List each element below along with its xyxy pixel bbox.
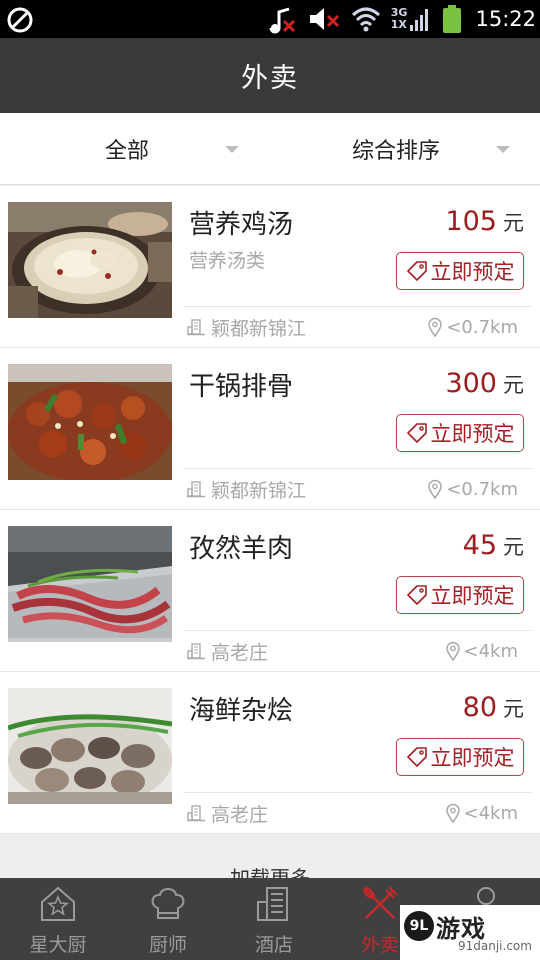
tag-icon: [406, 423, 427, 443]
wifi-icon: [351, 0, 381, 38]
dish-photo: [8, 526, 172, 642]
divider: [183, 306, 532, 307]
location-name: 颖都新锦江: [211, 479, 307, 502]
price-unit: 元: [503, 535, 524, 559]
dish-category: 营养汤类: [189, 250, 266, 272]
no-disturb-icon: [7, 7, 33, 33]
book-now-label: 立即预定: [430, 584, 515, 608]
header-bar: 外卖: [0, 38, 540, 113]
dish-photo: [8, 364, 172, 480]
distance: <4km: [445, 800, 519, 826]
building-icon: [187, 643, 205, 660]
tab-label: 酒店: [254, 934, 293, 956]
status-time: 15:22: [475, 7, 536, 31]
tag-icon: [406, 747, 427, 767]
dish-photo: [8, 202, 172, 318]
distance: <0.7km: [427, 314, 518, 340]
load-more[interactable]: 加载更多: [0, 834, 540, 878]
building-icon: [187, 319, 205, 336]
location-pin-icon: [428, 317, 443, 337]
restaurant-location: 颖都新锦江: [187, 476, 306, 502]
star-house-icon: [41, 886, 75, 921]
location-pin-icon: [445, 803, 460, 823]
price-value: 45: [462, 530, 497, 561]
tab-hotel[interactable]: 酒店: [220, 878, 328, 960]
mute-icon: [307, 0, 341, 38]
category-filter-label: 全部: [105, 139, 150, 164]
dish-list-item[interactable]: 干锅排骨 300 元 立即预定 颖都新锦江 <0.7km: [0, 348, 540, 510]
distance-value: <0.7km: [446, 316, 518, 338]
dish-name: 干锅排骨: [189, 372, 294, 402]
dish-price: 80 元: [463, 692, 524, 723]
distance: <4km: [445, 638, 519, 664]
location-pin-icon: [445, 641, 460, 661]
dish-price: 300 元: [445, 368, 524, 399]
price-unit: 元: [503, 211, 524, 235]
distance-value: <0.7km: [446, 478, 518, 500]
book-now-button[interactable]: 立即预定: [396, 414, 524, 452]
tab-label: 星大厨: [29, 934, 87, 956]
restaurant-location: 颖都新锦江: [187, 314, 306, 340]
location-name: 颖都新锦江: [211, 317, 307, 340]
restaurant-location: 高老庄: [187, 638, 268, 664]
sort-filter-dropdown[interactable]: 综合排序: [352, 113, 522, 185]
price-value: 80: [462, 692, 497, 723]
watermark-url: 91danji.com: [458, 939, 532, 953]
tab-chef[interactable]: 厨师: [114, 878, 222, 960]
restaurant-location: 高老庄: [187, 800, 268, 826]
chevron-down-icon: [496, 146, 510, 153]
music-off-icon: [265, 0, 297, 38]
hotel-icon: [257, 887, 288, 921]
book-now-button[interactable]: 立即预定: [396, 576, 524, 614]
location-pin-icon: [428, 479, 443, 499]
divider: [183, 792, 532, 793]
category-filter-dropdown[interactable]: 全部: [105, 113, 255, 185]
distance: <0.7km: [427, 476, 518, 502]
tag-icon: [406, 585, 427, 605]
chevron-down-icon: [225, 146, 239, 153]
tag-icon: [406, 261, 427, 281]
watermark-logo: 9L: [404, 911, 434, 941]
tab-label: 厨师: [148, 934, 187, 956]
distance-value: <4km: [463, 802, 519, 824]
signal-icon: 3G 1X: [391, 0, 432, 38]
status-bar: 3G 1X 15:22: [0, 0, 540, 38]
divider: [183, 468, 532, 469]
book-now-button[interactable]: 立即预定: [396, 738, 524, 776]
dish-photo: [8, 688, 172, 804]
book-now-label: 立即预定: [430, 260, 515, 284]
book-now-button[interactable]: 立即预定: [396, 252, 524, 290]
dish-list: 营养鸡汤 营养汤类 105 元 立即预定 颖都新锦江 <0.7km 干锅排骨 3…: [0, 186, 540, 834]
dish-name: 海鲜杂烩: [189, 696, 294, 726]
dish-list-item[interactable]: 海鲜杂烩 80 元 立即预定 高老庄 <4km: [0, 672, 540, 834]
divider: [183, 630, 532, 631]
dish-list-item[interactable]: 孜然羊肉 45 元 立即预定 高老庄 <4km: [0, 510, 540, 672]
load-more-label: 加载更多: [230, 866, 310, 878]
location-name: 高老庄: [211, 803, 269, 826]
chef-hat-icon: [151, 888, 185, 919]
tab-star-chef[interactable]: 星大厨: [4, 878, 112, 960]
book-now-label: 立即预定: [430, 746, 515, 770]
fork-knife-icon: [363, 886, 398, 919]
price-value: 105: [445, 206, 497, 237]
price-value: 300: [445, 368, 497, 399]
distance-value: <4km: [463, 640, 519, 662]
dish-list-item[interactable]: 营养鸡汤 营养汤类 105 元 立即预定 颖都新锦江 <0.7km: [0, 186, 540, 348]
building-icon: [187, 481, 205, 498]
page-title: 外卖: [241, 63, 299, 94]
dish-name: 孜然羊肉: [189, 534, 294, 564]
building-icon: [187, 805, 205, 822]
dish-name: 营养鸡汤: [189, 210, 294, 240]
network-label-1x: 1X: [390, 18, 407, 31]
filter-bar: 全部 综合排序: [0, 113, 540, 185]
battery-icon: [441, 0, 463, 38]
dish-price: 45 元: [463, 530, 524, 561]
location-name: 高老庄: [211, 641, 269, 664]
price-unit: 元: [503, 697, 524, 721]
site-watermark: 9L 游戏 91danji.com: [400, 905, 540, 960]
sort-filter-label: 综合排序: [352, 139, 441, 164]
book-now-label: 立即预定: [430, 422, 515, 446]
price-unit: 元: [503, 373, 524, 397]
dish-price: 105 元: [445, 206, 524, 237]
